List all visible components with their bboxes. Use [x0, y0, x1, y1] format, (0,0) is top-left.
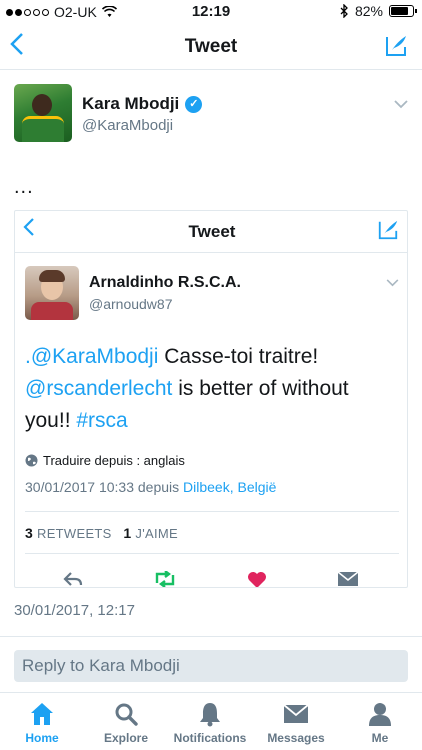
embedded-author-handle: @arnoudw87 — [89, 296, 173, 312]
embedded-tweet-text: .@KaraMbodji Casse-toi traitre! @rscander… — [25, 341, 399, 437]
tab-me[interactable]: Me — [338, 701, 422, 745]
tweet-timestamp: 30/01/2017, 12:17 — [14, 602, 135, 619]
mention-karambodji: @KaraMbodji — [30, 345, 159, 368]
embedded-place: Dilbeek, België — [183, 479, 277, 495]
embedded-text-mid: Casse-toi traitre! — [158, 345, 319, 368]
divider — [25, 553, 399, 554]
mention-rscanderlecht: @rscanderlecht — [25, 377, 173, 400]
tab-explore[interactable]: Explore — [84, 701, 168, 745]
compose-button[interactable] — [384, 34, 408, 63]
embedded-title: Tweet — [188, 222, 236, 241]
reply-input[interactable]: Reply to Kara Mbodji — [14, 650, 408, 682]
embedded-chevron-down-icon — [386, 274, 399, 292]
tab-messages[interactable]: Messages — [254, 701, 338, 745]
home-icon — [31, 703, 53, 725]
battery-icon — [389, 5, 417, 17]
chevron-down-icon — [386, 279, 399, 287]
author-name[interactable]: Kara Mbodji — [82, 94, 179, 114]
tweet-text: ... — [14, 176, 34, 198]
more-options-button[interactable] — [394, 96, 408, 114]
tab-label: Messages — [267, 731, 325, 745]
heart-icon — [247, 571, 267, 587]
embedded-author-name: Arnaldinho R.S.C.A. — [89, 274, 241, 291]
search-icon — [115, 703, 138, 726]
translate-label: Traduire depuis : anglais — [43, 453, 185, 468]
translate-row: Traduire depuis : anglais — [25, 453, 185, 468]
divider — [0, 636, 422, 637]
hashtag-rsca: #rsca — [76, 409, 128, 432]
tab-label: Me — [371, 731, 389, 745]
retweets-count: 3 — [25, 525, 34, 541]
nav-bar: Tweet — [0, 24, 422, 70]
tab-label: Explore — [103, 731, 148, 745]
retweet-icon — [153, 570, 177, 587]
divider — [25, 511, 399, 512]
bluetooth-icon — [340, 4, 348, 18]
author-handle[interactable]: @KaraMbodji — [82, 117, 173, 134]
globe-icon — [25, 454, 38, 467]
likes-count: 1 — [123, 525, 132, 541]
embedded-date: 30/01/2017 10:33 depuis — [25, 479, 180, 495]
embedded-avatar — [25, 266, 79, 320]
dm-icon — [337, 571, 359, 587]
person-icon — [369, 703, 391, 726]
embedded-actions — [15, 570, 407, 587]
likes-label: J'AIME — [135, 526, 178, 541]
embedded-compose-icon — [377, 219, 399, 246]
bell-icon — [200, 703, 220, 727]
tweet-author: Kara Mbodji ✓ @KaraMbodji — [14, 84, 408, 144]
status-bar: O2-UK 12:19 82% — [0, 0, 422, 24]
tab-home[interactable]: Home — [0, 701, 84, 745]
envelope-icon — [283, 704, 309, 723]
tab-label: Home — [25, 731, 59, 745]
embedded-nav-bar: Tweet — [15, 211, 407, 253]
author-name-row[interactable]: Kara Mbodji ✓ — [82, 94, 203, 114]
battery-percent: 82% — [354, 3, 383, 19]
avatar[interactable] — [14, 84, 72, 142]
tab-bar: Home Explore Notifications Messages Me — [0, 692, 422, 750]
retweets-label: RETWEETS — [37, 526, 112, 541]
tweet-image[interactable]: Tweet Arnaldinho R.S.C.A. @arnoudw87 .@K… — [14, 210, 408, 588]
tab-notifications[interactable]: Notifications — [168, 701, 252, 745]
reply-icon — [63, 571, 83, 587]
embedded-author: Arnaldinho R.S.C.A. @arnoudw87 — [25, 266, 399, 322]
engagement-counts: 3 RETWEETS 1 J'AIME — [25, 525, 178, 541]
page-title: Tweet — [184, 36, 238, 57]
verified-badge-icon: ✓ — [185, 95, 203, 113]
tab-label: Notifications — [173, 731, 247, 745]
embedded-meta: 30/01/2017 10:33 depuis Dilbeek, België — [25, 479, 276, 495]
compose-icon — [386, 36, 406, 56]
compose-icon — [378, 220, 398, 240]
chevron-down-icon — [394, 100, 408, 109]
